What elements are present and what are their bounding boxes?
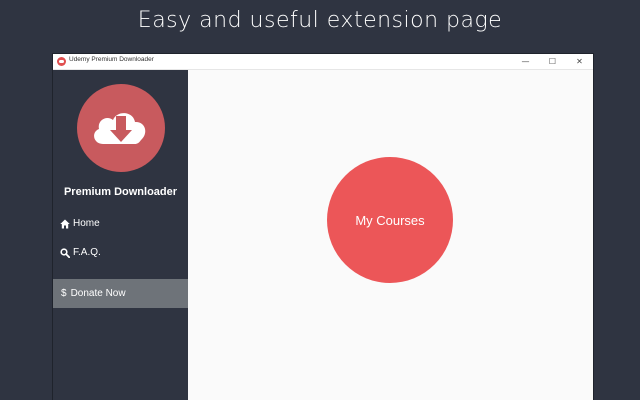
sidebar: Premium Downloader Home F.A.Q. $ Donate … xyxy=(53,70,188,400)
sidebar-item-label: Home xyxy=(73,218,100,229)
donate-label: Donate Now xyxy=(70,288,126,299)
app-logo-icon xyxy=(57,57,66,66)
sidebar-item-home[interactable]: Home xyxy=(60,218,100,229)
brand-title: Premium Downloader xyxy=(63,186,178,198)
window-controls: — ☐ ✕ xyxy=(512,54,593,69)
search-icon xyxy=(60,247,70,258)
maximize-button[interactable]: ☐ xyxy=(539,54,566,69)
window-title: Udemy Premium Downloader xyxy=(69,56,154,63)
main-content: My Courses xyxy=(188,70,593,400)
sidebar-item-faq[interactable]: F.A.Q. xyxy=(60,247,101,258)
window-titlebar: Udemy Premium Downloader — ☐ ✕ xyxy=(53,54,593,70)
app-window: Udemy Premium Downloader — ☐ ✕ Premium D… xyxy=(53,54,593,400)
my-courses-button[interactable]: My Courses xyxy=(327,157,453,283)
home-icon xyxy=(60,219,70,229)
banner-headline: Easy and useful extension page xyxy=(137,8,503,33)
sidebar-item-label: F.A.Q. xyxy=(73,247,101,258)
close-button[interactable]: ✕ xyxy=(566,54,593,69)
dollar-icon: $ xyxy=(61,288,67,299)
donate-button[interactable]: $ Donate Now xyxy=(53,279,188,308)
cloud-download-icon xyxy=(77,84,165,172)
minimize-button[interactable]: — xyxy=(512,54,539,69)
